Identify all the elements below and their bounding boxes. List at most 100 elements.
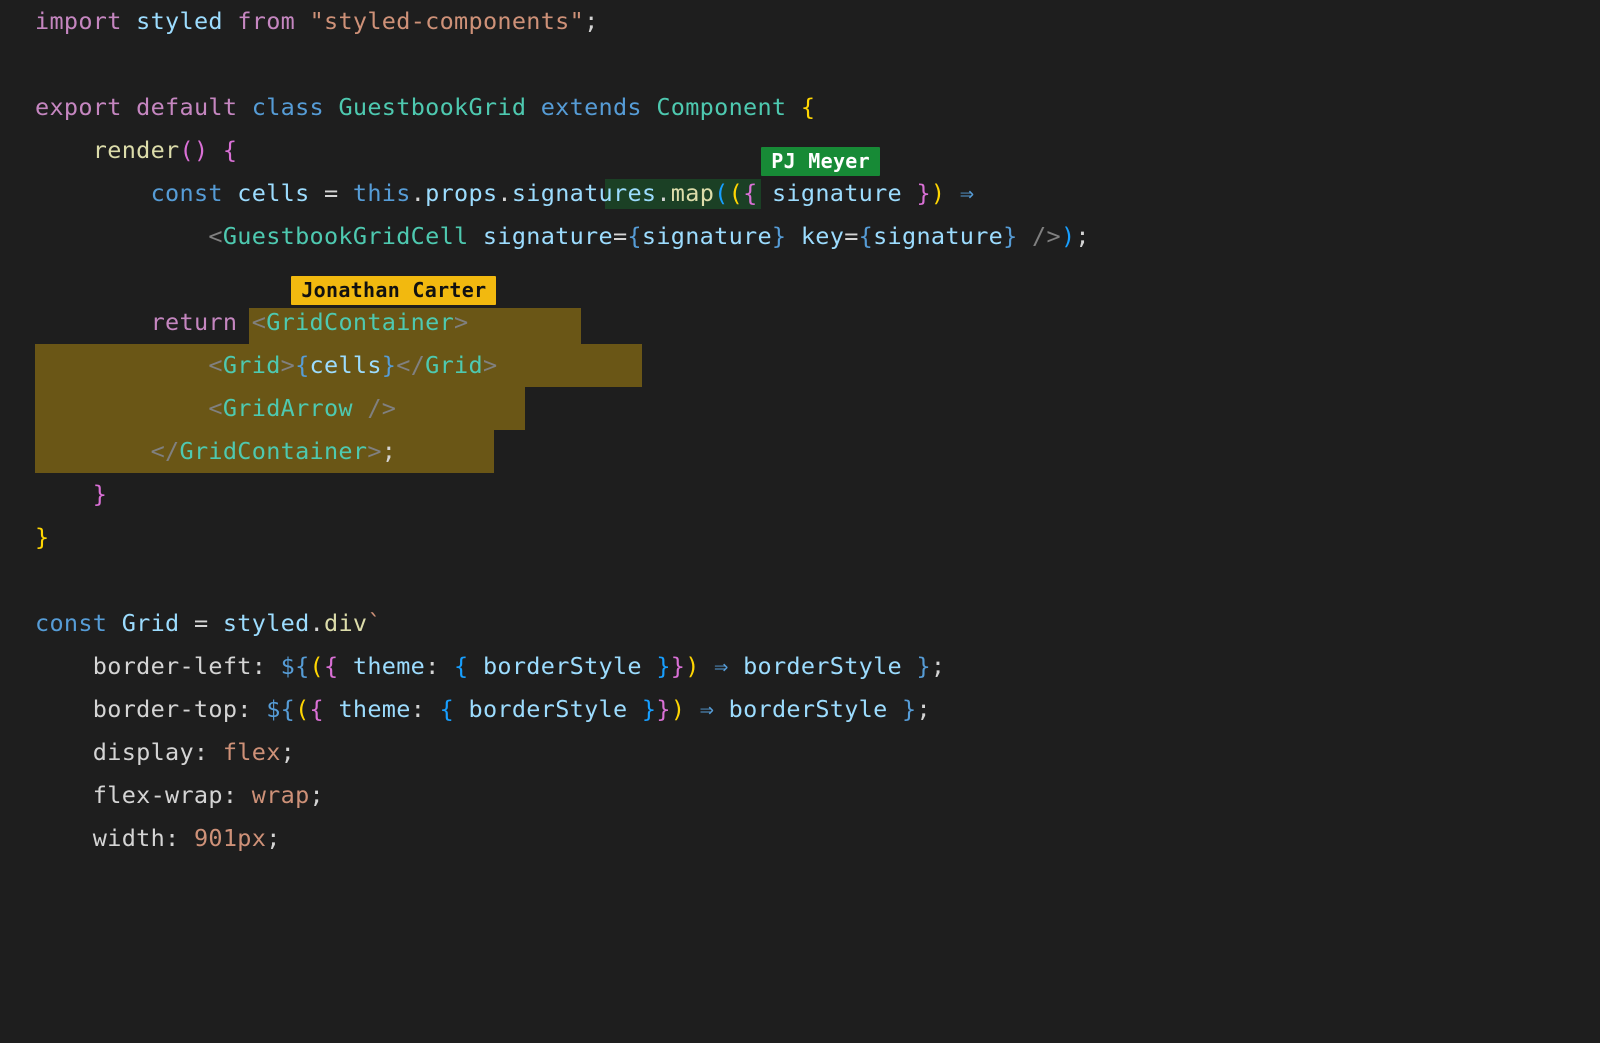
code-token: } bbox=[93, 480, 107, 508]
code-token bbox=[526, 93, 540, 121]
code-line[interactable]: } bbox=[35, 516, 1565, 559]
code-token bbox=[338, 652, 352, 680]
code-token bbox=[237, 93, 251, 121]
code-token: { bbox=[743, 179, 757, 207]
code-line[interactable]: } bbox=[35, 473, 1565, 516]
code-token: ; bbox=[931, 652, 945, 680]
code-token: : bbox=[411, 695, 425, 723]
code-token: signature bbox=[642, 222, 772, 250]
code-token bbox=[902, 652, 916, 680]
code-token: class bbox=[252, 93, 324, 121]
code-token: ( bbox=[180, 136, 194, 164]
code-token: ) bbox=[1061, 222, 1075, 250]
code-editor[interactable]: import styled from "styled-components"; … bbox=[0, 0, 1600, 900]
code-line[interactable] bbox=[35, 559, 1565, 602]
code-token: /> bbox=[367, 394, 396, 422]
code-token: ` bbox=[367, 609, 381, 637]
code-token bbox=[440, 652, 454, 680]
code-line[interactable]: border-top: ${({ theme: { borderStyle }}… bbox=[35, 688, 1565, 731]
code-token: { bbox=[310, 695, 324, 723]
code-line[interactable]: return <GridContainer> bbox=[35, 301, 1565, 344]
code-token: ) bbox=[931, 179, 945, 207]
code-token: > bbox=[367, 437, 381, 465]
code-token: GridContainer bbox=[266, 308, 454, 336]
code-line[interactable]: <GridArrow /> bbox=[35, 387, 1565, 430]
code-line[interactable]: <GuestbookGridCell signature={signature}… bbox=[35, 215, 1565, 258]
code-token: = bbox=[194, 609, 208, 637]
code-token bbox=[180, 609, 194, 637]
code-token: flex-wrap: bbox=[93, 781, 252, 809]
code-token bbox=[35, 824, 93, 852]
code-token: border-top: bbox=[93, 695, 266, 723]
code-token bbox=[786, 222, 800, 250]
code-token: { bbox=[440, 695, 454, 723]
code-line[interactable] bbox=[35, 258, 1565, 301]
code-token: } bbox=[656, 695, 670, 723]
code-line[interactable]: render() { bbox=[35, 129, 1565, 172]
code-token bbox=[35, 179, 151, 207]
code-token: ${ bbox=[281, 652, 310, 680]
code-token bbox=[945, 179, 959, 207]
code-token: width: bbox=[93, 824, 194, 852]
code-token bbox=[642, 93, 656, 121]
code-token bbox=[729, 652, 743, 680]
code-token: borderStyle bbox=[743, 652, 902, 680]
code-token: = bbox=[324, 179, 338, 207]
code-token: ( bbox=[714, 179, 728, 207]
code-line[interactable]: <Grid>{cells}</Grid> bbox=[35, 344, 1565, 387]
code-token: div bbox=[324, 609, 367, 637]
code-token: key bbox=[801, 222, 844, 250]
code-token bbox=[107, 609, 121, 637]
code-token: styled bbox=[223, 609, 310, 637]
code-token: import bbox=[35, 7, 122, 35]
code-token: border-left: bbox=[93, 652, 281, 680]
code-line[interactable]: const cells = this.props.signatures.map(… bbox=[35, 172, 1565, 215]
code-token bbox=[627, 695, 641, 723]
code-token: ( bbox=[729, 179, 743, 207]
code-token: > bbox=[281, 351, 295, 379]
code-token bbox=[35, 136, 93, 164]
code-token bbox=[35, 695, 93, 723]
code-token: theme bbox=[353, 652, 425, 680]
code-token: </ bbox=[151, 437, 180, 465]
code-token: ; bbox=[281, 738, 295, 766]
code-line[interactable]: width: 901px; bbox=[35, 817, 1565, 860]
code-token: Grid bbox=[122, 609, 180, 637]
code-token: map bbox=[671, 179, 714, 207]
code-line[interactable]: display: flex; bbox=[35, 731, 1565, 774]
code-token: theme bbox=[338, 695, 410, 723]
code-token: Component bbox=[656, 93, 786, 121]
code-token: } bbox=[902, 695, 916, 723]
code-token: Grid bbox=[425, 351, 483, 379]
code-token: cells bbox=[237, 179, 309, 207]
code-token: borderStyle bbox=[483, 652, 642, 680]
code-token bbox=[700, 652, 714, 680]
code-token: . bbox=[656, 179, 670, 207]
code-token: { bbox=[627, 222, 641, 250]
code-token: const bbox=[35, 609, 107, 637]
code-line[interactable]: flex-wrap: wrap; bbox=[35, 774, 1565, 817]
code-token bbox=[469, 652, 483, 680]
code-token: < bbox=[208, 222, 222, 250]
code-token: signature bbox=[772, 179, 902, 207]
code-line[interactable]: border-left: ${({ theme: { borderStyle }… bbox=[35, 645, 1565, 688]
code-token: from bbox=[237, 7, 295, 35]
code-token: . bbox=[310, 609, 324, 637]
code-token bbox=[888, 695, 902, 723]
code-line[interactable]: import styled from "styled-components"; bbox=[35, 0, 1565, 43]
code-token bbox=[338, 179, 352, 207]
code-line[interactable]: const Grid = styled.div` bbox=[35, 602, 1565, 645]
code-token: > bbox=[483, 351, 497, 379]
code-token: { bbox=[801, 93, 815, 121]
code-token: } bbox=[35, 523, 49, 551]
code-token: } bbox=[642, 695, 656, 723]
code-token bbox=[454, 695, 468, 723]
code-line[interactable]: </GridContainer>; bbox=[35, 430, 1565, 473]
code-token: ) bbox=[194, 136, 208, 164]
code-token bbox=[35, 394, 208, 422]
code-token: extends bbox=[541, 93, 642, 121]
code-line[interactable] bbox=[35, 43, 1565, 86]
code-line[interactable]: export default class GuestbookGrid exten… bbox=[35, 86, 1565, 129]
code-token: { bbox=[454, 652, 468, 680]
code-token: ⇒ bbox=[960, 179, 974, 207]
